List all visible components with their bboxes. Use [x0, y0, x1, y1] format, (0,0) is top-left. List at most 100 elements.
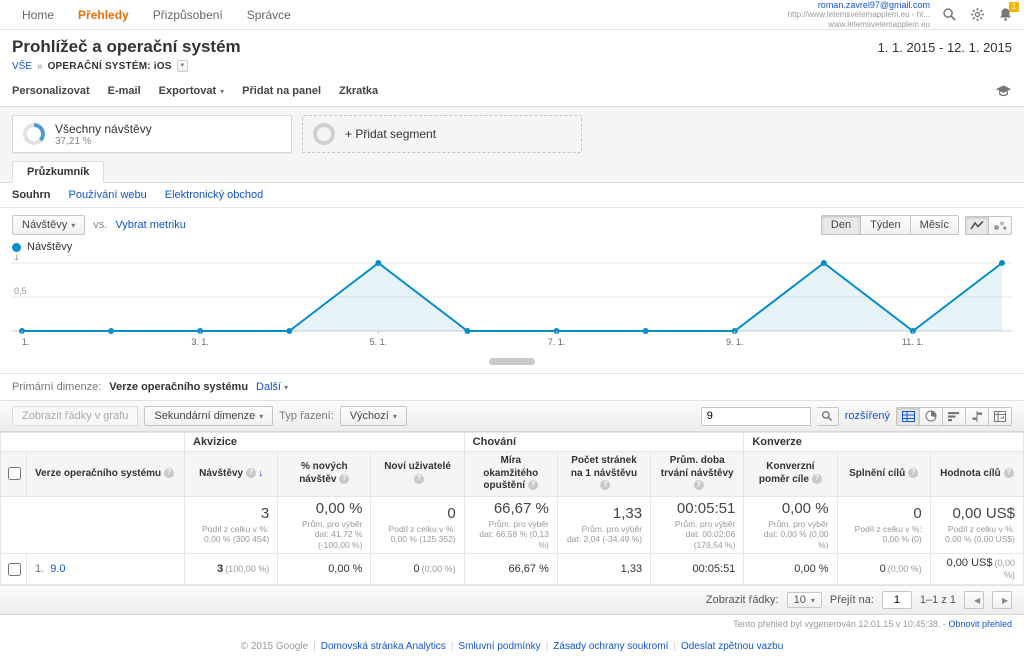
metric-header-label: Počet stránek na 1 návštěvu — [571, 455, 637, 479]
footer-link-smluvni-podminky[interactable]: Smluvní podmínky — [458, 641, 540, 652]
svg-text:11. 1.: 11. 1. — [902, 337, 924, 347]
footer-links: Domovská stránka Analytics | Smluvní podmí… — [321, 641, 784, 652]
tab-explorer[interactable]: Průzkumník — [12, 161, 104, 183]
metric-header-novi-uzivatele[interactable]: Noví uživatelé? — [371, 452, 464, 497]
help-icon[interactable]: ? — [528, 480, 538, 490]
account-info[interactable]: roman.zavrel97@gmail.com http://www.lete… — [788, 0, 930, 30]
chart-line-button[interactable] — [965, 216, 989, 235]
dimension-value-link[interactable]: 9.0 — [50, 563, 65, 575]
secondary-dimension-button[interactable]: Sekundární dimenze ▾ — [144, 406, 273, 426]
more-dimensions-link[interactable]: Další ▾ — [256, 381, 288, 393]
sort-desc-icon[interactable]: ↓ — [258, 468, 263, 479]
action-toolbar: Personalizovat E-mail Exportovat▾ Přidat na… — [0, 78, 1024, 107]
help-icon[interactable]: ? — [339, 474, 349, 484]
search-icon[interactable] — [940, 6, 958, 24]
help-icon[interactable]: ? — [246, 468, 256, 478]
nav-item-prehledy[interactable]: Přehledy — [66, 0, 141, 30]
summary-note: Podíl z celku v %: 0,00 % (300 454) — [193, 524, 269, 545]
chart-motion-button[interactable] — [988, 216, 1012, 235]
view-comparison-icon[interactable] — [965, 407, 989, 426]
primary-dimension-value[interactable]: Verze operačního systému — [109, 381, 248, 393]
dimension-column-header[interactable]: Verze operačního systému? — [27, 452, 185, 497]
toolbar-pridat-na-panel[interactable]: Přidat na panel — [242, 85, 321, 97]
view-table-icon[interactable] — [896, 407, 920, 426]
help-icon[interactable]: ? — [694, 480, 704, 490]
table-search-icon[interactable] — [817, 407, 839, 426]
metric-header-mira-okamziteho-opusteni[interactable]: Míra okamžitého opuštění? — [464, 452, 557, 497]
sort-type-button[interactable]: Výchozí ▾ — [340, 406, 407, 426]
metric-header-pocet-stranek-na-1-navstevu[interactable]: Počet stránek na 1 návštěvu? — [557, 452, 650, 497]
account-email[interactable]: roman.zavrel97@gmail.com — [788, 0, 930, 10]
metric-select-button[interactable]: Návštěvy ▾ — [12, 215, 85, 235]
nav-item-prizpusobeni[interactable]: Přizpůsobení — [141, 0, 235, 30]
explorer-subtabs: Souhrn Používání webu Elektronický obchod — [0, 183, 1024, 208]
goto-page-input[interactable] — [882, 591, 912, 609]
summary-value: 66,67 % — [473, 500, 549, 517]
metric-header-prum-doba-trvani-navstevy[interactable]: Prům. doba trvání návštěvy? — [651, 452, 744, 497]
next-page-button[interactable]: ▶ — [992, 591, 1012, 609]
metric-header-splneni-cilu[interactable]: Splnění cílů? — [837, 452, 930, 497]
help-icon[interactable]: ? — [414, 474, 424, 484]
help-icon[interactable]: ? — [1004, 468, 1014, 478]
column-group-row: AkviziceChováníKonverze — [1, 433, 1024, 452]
footer-link-odeslat-zpetnou-vazbu[interactable]: Odeslat zpětnou vazbu — [681, 641, 783, 652]
cell-novi-uzivatele: 0(0,00 %) — [371, 554, 464, 585]
visits-line-chart: 0,511.3. 1.5. 1.7. 1.9. 1.11. 1. — [12, 255, 1012, 351]
help-icon[interactable]: ? — [600, 480, 610, 490]
prev-page-button[interactable]: ◀ — [964, 591, 984, 609]
metric-header-konverzni-pomer-cile[interactable]: Konverzní poměr cíle? — [744, 452, 837, 497]
breadcrumb-all-link[interactable]: VŠE — [12, 61, 32, 72]
chart-scroll-handle[interactable] — [489, 358, 535, 365]
generated-text: Tento přehled byl vygenerován 12.01.15 v… — [733, 619, 946, 629]
summary-value: 3 — [193, 505, 269, 522]
table-search-input[interactable] — [701, 407, 811, 426]
footer-separator: | — [546, 641, 549, 652]
view-pivot-icon[interactable] — [988, 407, 1012, 426]
subtab-souhrn[interactable]: Souhrn — [12, 189, 51, 201]
date-range-selector[interactable]: 1. 1. 2015 - 12. 1. 2015 — [878, 37, 1012, 55]
select-metric-link[interactable]: Vybrat metriku — [115, 219, 186, 231]
nav-item-home[interactable]: Home — [10, 0, 66, 30]
insights-icon[interactable] — [994, 82, 1012, 100]
show-rows-select[interactable]: 10 ▾ — [787, 592, 822, 608]
summary-navstevy: 3 Podíl z celku v %: 0,00 % (300 454) — [185, 496, 278, 554]
toolbar-personalizovat[interactable]: Personalizovat — [12, 85, 90, 97]
select-all-checkbox[interactable] — [8, 467, 21, 480]
metric-header-navstevy[interactable]: Návštěvy?↓ — [185, 452, 278, 497]
report-table: AkviziceChováníKonverzeVerze operačního … — [0, 432, 1024, 585]
summary-splneni-cilu: 0Podíl z celku v %: 0,00 % (0) — [837, 496, 930, 554]
explorer-panel: SouhrnPoužívání webuElektronický obchod … — [0, 182, 1024, 365]
row-checkbox[interactable] — [8, 563, 21, 576]
view-percentage-icon[interactable] — [919, 407, 943, 426]
footer-link-zasady-ochrany-soukromi[interactable]: Zásady ochrany soukromí — [553, 641, 668, 652]
bell-icon[interactable]: 1 — [996, 6, 1014, 24]
add-segment-button[interactable]: + Přidat segment — [302, 115, 582, 153]
metric-header-hodnota-cilu[interactable]: Hodnota cílů? — [930, 452, 1023, 497]
subtab-elektronicky-obchod[interactable]: Elektronický obchod — [165, 189, 263, 201]
advanced-search-link[interactable]: rozšířený — [845, 410, 890, 422]
cell-value: 1,33 — [621, 563, 642, 575]
footer-link-domovska-stranka-analytics[interactable]: Domovská stránka Analytics — [321, 641, 446, 652]
nav-item-spravce[interactable]: Správce — [235, 0, 303, 30]
cell-mira-okamziteho-opusteni: 66,67 % — [464, 554, 557, 585]
toolbar-zkratka[interactable]: Zkratka — [339, 85, 378, 97]
subtab-pouzivani-webu[interactable]: Používání webu — [69, 189, 147, 201]
refresh-report-link[interactable]: Obnovit přehled — [948, 619, 1012, 629]
toolbar-e-mail[interactable]: E-mail — [108, 85, 141, 97]
metric-select-label: Návštěvy — [22, 219, 67, 231]
granularity-mesic[interactable]: Měsíc — [910, 215, 959, 235]
gear-icon[interactable] — [968, 6, 986, 24]
rows-range-label: 1–1 z 1 — [920, 594, 956, 606]
plot-rows-button[interactable]: Zobrazit řádky v grafu — [12, 406, 138, 426]
segment-all-visits[interactable]: Všechny návštěvy 37,21 % — [12, 115, 292, 153]
segment-dropdown-button[interactable]: ▾ — [177, 60, 189, 72]
legend-dot-icon — [12, 243, 21, 252]
help-icon[interactable]: ? — [812, 474, 822, 484]
granularity-den[interactable]: Den — [821, 215, 861, 235]
view-performance-icon[interactable] — [942, 407, 966, 426]
granularity-tyden[interactable]: Týden — [860, 215, 911, 235]
toolbar-exportovat[interactable]: Exportovat▾ — [159, 85, 224, 97]
metric-header-novych-navstev[interactable]: % nových návštěv? — [278, 452, 371, 497]
help-icon[interactable]: ? — [164, 468, 174, 478]
help-icon[interactable]: ? — [908, 468, 918, 478]
